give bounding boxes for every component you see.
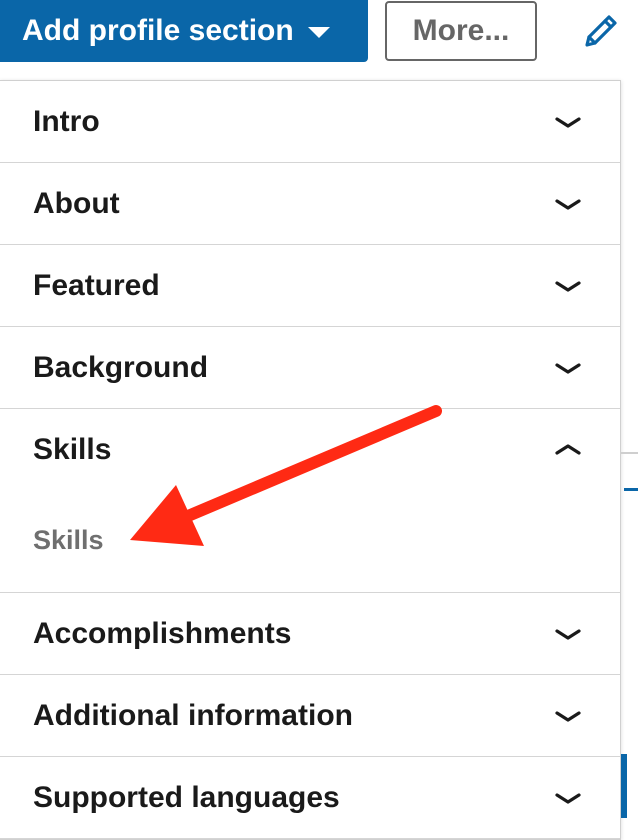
- background-accent: [624, 488, 638, 491]
- chevron-down-icon: [555, 793, 581, 804]
- section-label: Background: [33, 351, 209, 384]
- section-supported-languages[interactable]: Supported languages: [0, 757, 620, 839]
- section-label: Featured: [33, 269, 160, 302]
- section-additional-information[interactable]: Additional information: [0, 675, 620, 757]
- add-profile-section-dropdown: Intro About Featured Background Skills S…: [0, 80, 621, 840]
- section-background[interactable]: Background: [0, 327, 620, 409]
- background-accent: [621, 754, 627, 818]
- skills-subitem[interactable]: Skills: [33, 525, 104, 556]
- chevron-down-icon: [555, 711, 581, 722]
- section-featured[interactable]: Featured: [0, 245, 620, 327]
- section-about[interactable]: About: [0, 163, 620, 245]
- section-label: Additional information: [33, 699, 353, 732]
- pencil-icon: [585, 15, 617, 47]
- section-label: Supported languages: [33, 781, 340, 814]
- chevron-down-icon: [555, 363, 581, 374]
- background-divider: [621, 452, 638, 454]
- section-label: About: [33, 187, 120, 220]
- chevron-down-icon: [555, 117, 581, 128]
- section-label: Intro: [33, 105, 100, 138]
- add-profile-section-label: Add profile section: [22, 14, 294, 47]
- profile-toolbar: Add profile section More...: [0, 0, 638, 70]
- section-skills[interactable]: Skills Skills: [0, 409, 620, 593]
- chevron-down-icon: [555, 199, 581, 210]
- section-label: Accomplishments: [33, 617, 292, 650]
- edit-profile-button[interactable]: [578, 8, 624, 54]
- section-accomplishments[interactable]: Accomplishments: [0, 593, 620, 675]
- more-button[interactable]: More...: [385, 1, 537, 61]
- section-label: Skills: [33, 433, 112, 466]
- caret-down-icon: [307, 26, 330, 38]
- chevron-down-icon: [555, 281, 581, 292]
- add-profile-section-button[interactable]: Add profile section: [0, 0, 368, 62]
- chevron-up-icon: [555, 444, 581, 455]
- section-intro[interactable]: Intro: [0, 81, 620, 163]
- chevron-down-icon: [555, 629, 581, 640]
